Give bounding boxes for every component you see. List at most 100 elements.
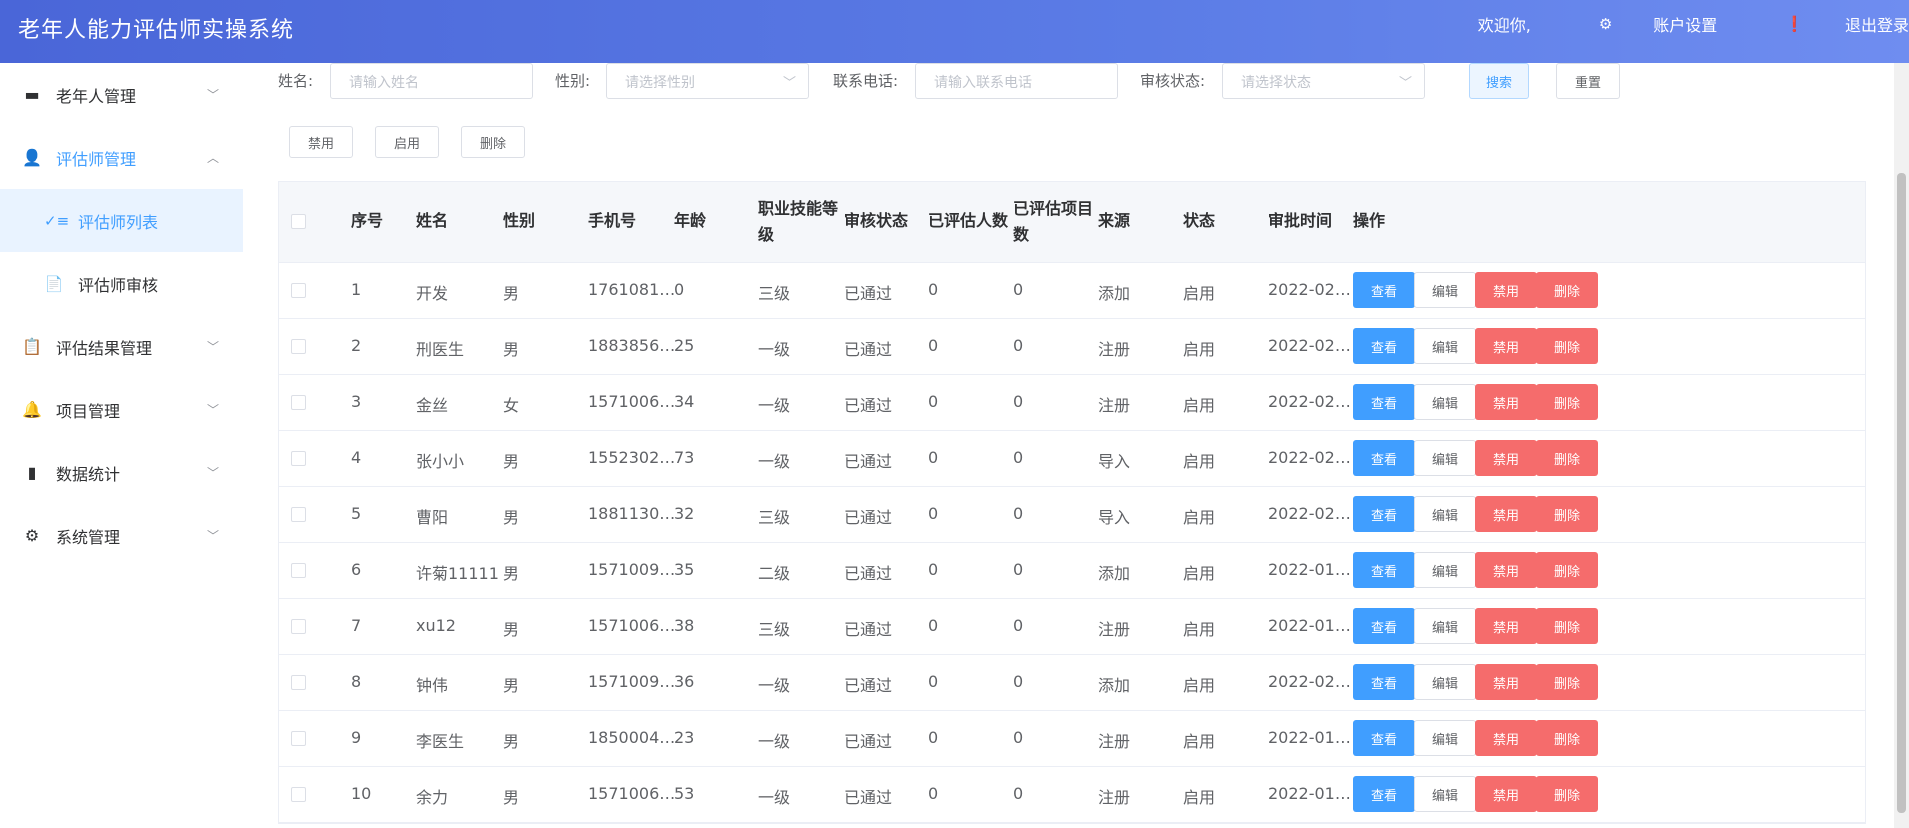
status-select[interactable]: 请选择状态 ﹀ [1222,63,1425,99]
sidebar-subitem-assessor-list[interactable]: ✓≡ 评估师列表 [0,189,243,252]
sidebar-item-results-management[interactable]: 📋 评估结果管理 ﹀ [0,315,243,378]
monitor-icon: ▬ [24,85,40,104]
edit-button[interactable]: 编辑 [1414,272,1476,308]
edit-button[interactable]: 编辑 [1414,608,1476,644]
row-checkbox[interactable] [291,283,306,298]
edit-button[interactable]: 编辑 [1414,776,1476,812]
welcome-text: 欢迎你, [1477,16,1531,35]
sidebar-subitem-label: 评估师审核 [78,275,159,295]
disable-button[interactable]: 禁用 [1475,496,1537,532]
col-status: 状态 [1183,211,1216,230]
bulk-enable-button[interactable]: 启用 [375,126,439,158]
row-checkbox[interactable] [291,619,306,634]
edit-button[interactable]: 编辑 [1414,552,1476,588]
disable-button[interactable]: 禁用 [1475,776,1537,812]
row-checkbox[interactable] [291,563,306,578]
cell-name: 刑医生 [416,340,465,359]
cell-age: 0 [674,280,685,299]
bell-icon: 🔔 [22,400,42,419]
edit-button[interactable]: 编辑 [1414,664,1476,700]
select-all-checkbox[interactable] [291,214,306,229]
delete-button[interactable]: 删除 [1536,496,1598,532]
phone-input-placeholder: 请输入联系电话 [934,75,1032,91]
delete-button[interactable]: 删除 [1536,664,1598,700]
status-select-placeholder: 请选择状态 [1241,75,1311,91]
cell-assessed-people: 0 [928,560,939,579]
delete-button[interactable]: 删除 [1536,272,1598,308]
name-input[interactable]: 请输入姓名 [330,63,533,99]
cell-status: 启用 [1183,564,1216,583]
view-button[interactable]: 查看 [1353,720,1415,756]
disable-button[interactable]: 禁用 [1475,384,1537,420]
view-button[interactable]: 查看 [1353,608,1415,644]
disable-button[interactable]: 禁用 [1475,328,1537,364]
row-checkbox[interactable] [291,731,306,746]
sidebar-item-elderly-management[interactable]: ▬ 老年人管理 ﹀ [0,63,243,126]
cell-gender: 男 [503,452,520,471]
cell-name: 金丝 [416,396,449,415]
logout-link[interactable]: ❗ 退出登录 [1751,12,1909,36]
disable-button[interactable]: 禁用 [1475,440,1537,476]
scrollbar-thumb[interactable] [1897,173,1906,813]
view-button[interactable]: 查看 [1353,272,1415,308]
account-settings-link[interactable]: ⚙ 账户设置 [1565,12,1717,36]
delete-button[interactable]: 删除 [1536,720,1598,756]
sidebar-item-assessor-management[interactable]: 👤 评估师管理 ︿ [0,126,243,189]
sidebar-item-statistics[interactable]: ▮ 数据统计 ﹀ [0,441,243,504]
row-checkbox[interactable] [291,339,306,354]
chevron-down-icon: ﹀ [206,466,219,480]
vertical-scrollbar[interactable] [1894,63,1909,828]
table-row: 1 开发男 1761081… 0 三级 已通过 0 0 添加 启用 2022-02… 查看 编辑 禁用 删除 [279,263,1865,319]
row-checkbox[interactable] [291,675,306,690]
sidebar-subitem-assessor-review[interactable]: 📄 评估师审核 [0,252,243,315]
cell-gender: 女 [503,396,520,415]
view-button[interactable]: 查看 [1353,664,1415,700]
top-bar: 老年人能力评估师实操系统 欢迎你, ⚙ 账户设置 ❗ 退出登录 [0,0,1909,63]
edit-button[interactable]: 编辑 [1414,384,1476,420]
row-checkbox[interactable] [291,787,306,802]
delete-button[interactable]: 删除 [1536,552,1598,588]
disable-button[interactable]: 禁用 [1475,664,1537,700]
view-button[interactable]: 查看 [1353,776,1415,812]
sidebar-item-project-management[interactable]: 🔔 项目管理 ﹀ [0,378,243,441]
cell-approval-time: 2022-02… [1268,448,1351,467]
view-button[interactable]: 查看 [1353,328,1415,364]
row-checkbox[interactable] [291,507,306,522]
disable-button[interactable]: 禁用 [1475,608,1537,644]
bulk-disable-button[interactable]: 禁用 [289,126,353,158]
view-button[interactable]: 查看 [1353,440,1415,476]
view-button[interactable]: 查看 [1353,496,1415,532]
edit-button[interactable]: 编辑 [1414,440,1476,476]
delete-button[interactable]: 删除 [1536,328,1598,364]
view-button[interactable]: 查看 [1353,384,1415,420]
sidebar-item-label: 老年人管理 [56,86,137,106]
view-button[interactable]: 查看 [1353,552,1415,588]
edit-button[interactable]: 编辑 [1414,720,1476,756]
disable-button[interactable]: 禁用 [1475,552,1537,588]
cell-assessed-people: 0 [928,616,939,635]
disable-button[interactable]: 禁用 [1475,272,1537,308]
edit-button[interactable]: 编辑 [1414,496,1476,532]
gender-select[interactable]: 请选择性别 ﹀ [606,63,809,99]
delete-button[interactable]: 删除 [1536,608,1598,644]
row-checkbox[interactable] [291,395,306,410]
cell-approval-time: 2022-02… [1268,392,1351,411]
sidebar-item-system-management[interactable]: ⚙ 系统管理 ﹀ [0,504,243,567]
reset-button[interactable]: 重置 [1556,63,1620,99]
cell-source: 添加 [1098,284,1131,303]
table-row: 10 余力 男 1571006… 53 一级 已通过 0 0 注册 启用 2022-01… 查看 编辑 禁用… [279,767,1865,823]
edit-button[interactable]: 编辑 [1414,328,1476,364]
phone-input[interactable]: 请输入联系电话 [915,63,1118,99]
cell-approval-time: 2022-01… [1268,728,1351,747]
delete-button[interactable]: 删除 [1536,384,1598,420]
phone-filter-label: 联系电话: [833,72,899,90]
cell-assessed-items: 0 [1013,392,1024,411]
document-icon: 📄 [44,274,64,293]
bulk-delete-button[interactable]: 删除 [461,126,525,158]
search-button[interactable]: 搜索 [1469,63,1529,99]
sidebar-subitem-label: 评估师列表 [78,212,159,232]
delete-button[interactable]: 删除 [1536,776,1598,812]
disable-button[interactable]: 禁用 [1475,720,1537,756]
row-checkbox[interactable] [291,451,306,466]
delete-button[interactable]: 删除 [1536,440,1598,476]
